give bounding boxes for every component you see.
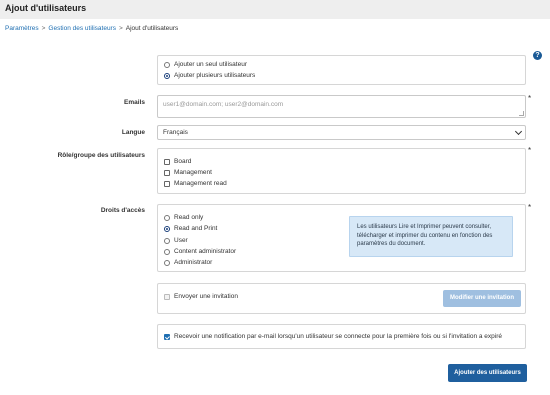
- emails-label: Emails: [124, 99, 145, 106]
- breadcrumb-separator: >: [118, 25, 123, 32]
- required-asterisk: *: [528, 94, 532, 103]
- radio-button[interactable]: [164, 214, 170, 221]
- checkbox[interactable]: [164, 333, 170, 340]
- radio-content-administrator[interactable]: Content administrator: [164, 248, 236, 255]
- required-asterisk: *: [528, 146, 532, 155]
- radio-button[interactable]: [164, 248, 170, 255]
- mode-box: [157, 55, 526, 85]
- page-title: Ajout d'utilisateurs: [5, 3, 87, 13]
- radio-button[interactable]: [164, 72, 170, 79]
- radio-label: Content administrator: [174, 248, 237, 255]
- radio-button[interactable]: [164, 225, 170, 232]
- radio-read-and-print[interactable]: Read and Print: [164, 225, 217, 232]
- language-label: Langue: [121, 129, 145, 136]
- checkbox[interactable]: [164, 180, 170, 187]
- radio-button[interactable]: [164, 259, 170, 266]
- radio-label: Administrator: [174, 259, 213, 266]
- help-icon[interactable]: ?: [533, 51, 542, 60]
- checkbox-board[interactable]: Board: [164, 158, 191, 165]
- radio-administrator[interactable]: Administrator: [164, 259, 212, 266]
- breadcrumb-separator: >: [41, 25, 46, 32]
- radio-button[interactable]: [164, 237, 170, 244]
- radio-label: Ajouter plusieurs utilisateurs: [174, 72, 256, 79]
- breadcrumb-parametres[interactable]: Paramètres: [5, 25, 39, 32]
- checkbox[interactable]: [164, 158, 170, 165]
- checkbox-send-invitation[interactable]: Envoyer une invitation: [164, 293, 238, 300]
- breadcrumb-gestion-utilisateurs[interactable]: Gestion des utilisateurs: [48, 25, 116, 32]
- access-rights-label: Droits d'accès: [100, 207, 145, 214]
- checkbox-label: Management read: [174, 180, 227, 187]
- checkbox[interactable]: [164, 293, 170, 300]
- checkbox-management-read[interactable]: Management read: [164, 180, 227, 187]
- breadcrumb-current: Ajout d'utilisateurs: [125, 25, 179, 32]
- checkbox[interactable]: [164, 169, 170, 176]
- checkbox-notification[interactable]: Recevoir une notification par e-mail lor…: [164, 333, 502, 340]
- checkbox-label: Recevoir une notification par e-mail lor…: [174, 333, 503, 340]
- checkbox-label: Board: [174, 158, 192, 165]
- radio-label: User: [174, 237, 188, 244]
- roles-box: [157, 148, 526, 194]
- add-users-button[interactable]: Ajouter des utilisateurs: [448, 364, 527, 382]
- emails-textarea[interactable]: user1@domain.com; user2@domain.com: [157, 95, 526, 118]
- chevron-down-icon: [514, 127, 523, 136]
- radio-read-only[interactable]: Read only: [164, 214, 203, 221]
- language-select[interactable]: Français: [157, 125, 526, 140]
- checkbox-management[interactable]: Management: [164, 169, 212, 176]
- checkbox-label: Management: [174, 169, 212, 176]
- emails-placeholder: user1@domain.com; user2@domain.com: [163, 101, 284, 108]
- roles-label: Rôle/groupe des utilisateurs: [57, 152, 145, 159]
- radio-label: Read and Print: [174, 225, 218, 232]
- resize-handle[interactable]: [519, 111, 524, 116]
- breadcrumb: Paramètres > Gestion des utilisateurs > Ajou…: [5, 25, 178, 32]
- access-rights-info: Les utilisateurs Lire et Imprimer peuven…: [349, 216, 513, 257]
- checkbox-label: Envoyer une invitation: [174, 293, 238, 300]
- language-value: Français: [163, 129, 188, 136]
- radio-single-user[interactable]: Ajouter un seul utilisateur: [164, 61, 247, 68]
- radio-multiple-users[interactable]: Ajouter plusieurs utilisateurs: [164, 72, 255, 79]
- required-asterisk: *: [528, 203, 532, 212]
- header-bar: Ajout d'utilisateurs: [0, 0, 550, 19]
- radio-label: Ajouter un seul utilisateur: [174, 61, 247, 68]
- radio-user[interactable]: User: [164, 237, 188, 244]
- edit-invitation-button[interactable]: Modifier une invitation: [443, 290, 521, 307]
- radio-button[interactable]: [164, 61, 170, 68]
- radio-label: Read only: [174, 214, 204, 221]
